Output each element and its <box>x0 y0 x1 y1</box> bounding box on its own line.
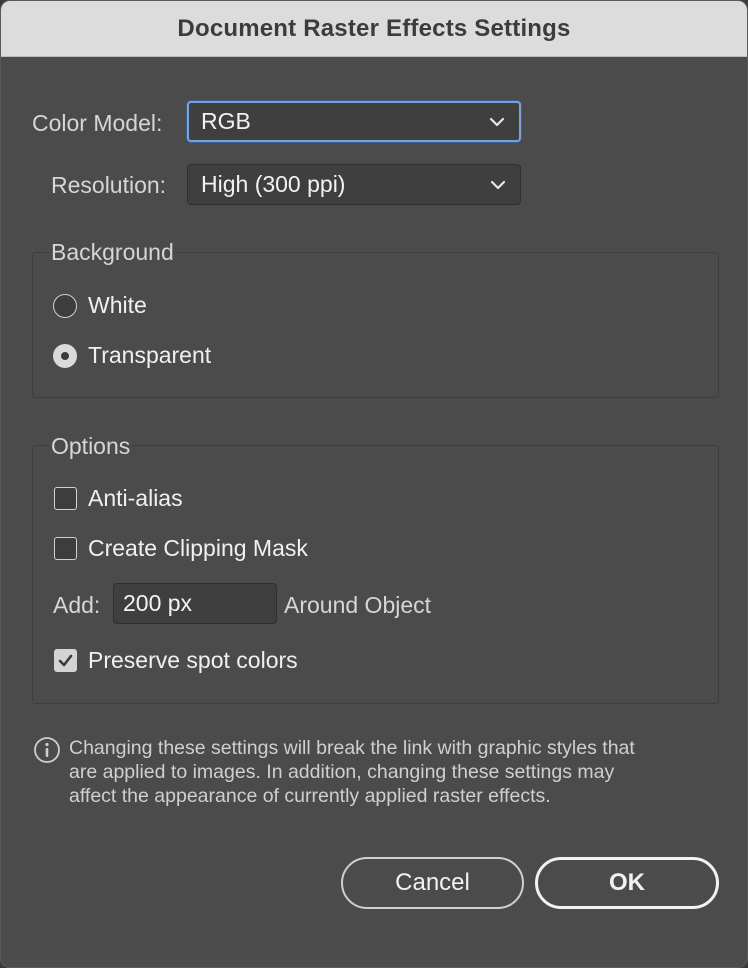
color-model-select[interactable]: RGB <box>187 101 521 142</box>
background-group <box>32 252 719 398</box>
color-model-label: Color Model: <box>32 110 163 136</box>
info-line: are applied to images. In addition, chan… <box>69 761 615 783</box>
resolution-select[interactable]: High (300 ppi) <box>187 164 521 205</box>
resolution-label: Resolution: <box>51 172 167 198</box>
background-group-title: Background <box>49 239 176 266</box>
radio-transparent-indicator[interactable] <box>53 343 77 368</box>
raster-effects-dialog: Document Raster Effects Settings Color M… <box>0 0 748 968</box>
info-message: Changing these settings will break the l… <box>69 736 635 808</box>
title-bar[interactable]: Document Raster Effects Settings <box>1 1 747 57</box>
anti-alias-label: Anti-alias <box>88 485 183 511</box>
chevron-down-icon <box>490 180 506 189</box>
anti-alias-checkbox[interactable]: Anti-alias <box>54 485 183 512</box>
add-amount-value: 200 px <box>123 590 193 616</box>
checkmark-icon <box>58 654 73 667</box>
radio-white-label: White <box>88 292 147 318</box>
dialog-title: Document Raster Effects Settings <box>177 14 571 42</box>
color-model-value: RGB <box>201 108 251 134</box>
info-line: Changing these settings will break the l… <box>69 737 635 759</box>
cancel-button[interactable]: Cancel <box>341 857 524 909</box>
add-label: Add: <box>53 592 101 618</box>
options-group-title: Options <box>49 433 133 460</box>
ok-button[interactable]: OK <box>535 857 719 909</box>
anti-alias-box[interactable] <box>54 487 77 510</box>
info-icon <box>34 737 60 763</box>
preserve-spot-label: Preserve spot colors <box>88 647 298 673</box>
resolution-value: High (300 ppi) <box>201 171 346 197</box>
ok-button-label: OK <box>609 869 645 896</box>
radio-transparent[interactable]: Transparent <box>53 342 211 369</box>
clipping-mask-checkbox[interactable]: Create Clipping Mask <box>54 535 308 562</box>
info-line: affect the appearance of currently appli… <box>69 785 551 807</box>
clipping-mask-label: Create Clipping Mask <box>88 535 308 561</box>
add-amount-field[interactable]: 200 px <box>113 583 277 624</box>
cancel-button-label: Cancel <box>395 869 470 896</box>
chevron-down-icon <box>489 117 505 126</box>
preserve-spot-box[interactable] <box>54 649 77 672</box>
clipping-mask-box[interactable] <box>54 537 77 560</box>
radio-white[interactable]: White <box>53 292 147 319</box>
radio-transparent-label: Transparent <box>88 342 212 368</box>
around-object-label: Around Object <box>284 592 432 618</box>
radio-white-indicator[interactable] <box>53 293 77 318</box>
preserve-spot-checkbox[interactable]: Preserve spot colors <box>54 647 298 674</box>
